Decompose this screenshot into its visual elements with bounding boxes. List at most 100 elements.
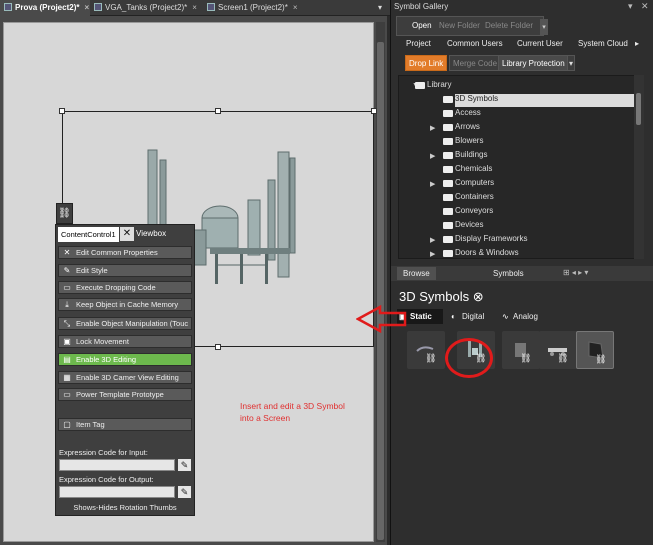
- tab-prova[interactable]: Prova (Project2)* ×: [0, 0, 90, 16]
- menu-item-item-tag[interactable]: ▢ Item Tag: [58, 418, 192, 431]
- folder-icon: [443, 110, 453, 117]
- folder-icon: [443, 208, 453, 215]
- input-expression-label: Expression Code for Input:: [59, 448, 148, 457]
- merge-code-button[interactable]: Merge Code: [449, 55, 502, 71]
- expand-icon[interactable]: ▶: [430, 124, 435, 132]
- symbol-type-tabs: ▣ Static ◐ Digital ∿ Analog: [397, 309, 557, 324]
- tabs-scroll-icon[interactable]: ▸: [635, 39, 639, 48]
- close-icon[interactable]: ×: [192, 3, 197, 12]
- output-expression-label: Expression Code for Output:: [59, 475, 154, 484]
- drop-link-button[interactable]: Drop Link: [405, 55, 448, 71]
- symbol-grid: ⛓ ⛓ ⛓ ⛓ ⛓: [397, 326, 647, 376]
- menu-item-power-template[interactable]: ▭ Power Template Prototype: [58, 388, 192, 401]
- resize-handle[interactable]: [59, 108, 65, 114]
- tree-root-library[interactable]: ▼Library: [412, 80, 451, 93]
- rotation-thumbs-toggle[interactable]: Shows-Hides Rotation Thumbs: [56, 503, 194, 516]
- symbols-title: 3D Symbols ⊗: [399, 289, 484, 304]
- tree-scrollbar[interactable]: [634, 75, 644, 259]
- wrench-icon: ✕: [63, 248, 71, 257]
- tree-item[interactable]: Conveyors: [443, 206, 493, 219]
- resize-handle[interactable]: [215, 344, 221, 350]
- menu-item-3d-camera-view[interactable]: ▦ Enable 3D Camer View Editing: [58, 371, 192, 384]
- tab-common-users[interactable]: Common Users: [447, 39, 503, 48]
- gallery-toolbar: Open New Folder Delete Folder ▾: [396, 16, 548, 36]
- tree-item[interactable]: 3D Symbols: [443, 94, 635, 107]
- menu-item-execute-dropping-code[interactable]: ▭ Execute Dropping Code: [58, 281, 192, 294]
- tree-item[interactable]: Chemicals: [443, 164, 492, 177]
- tab-symbols[interactable]: Symbols: [487, 267, 530, 280]
- link-icon: ⛓: [557, 353, 569, 363]
- screen-icon: [4, 3, 12, 11]
- tab-system-cloud[interactable]: System Cloud: [578, 39, 628, 48]
- close-icon[interactable]: ✕: [641, 1, 649, 12]
- tab-project[interactable]: Project: [406, 39, 431, 48]
- tree-item[interactable]: ▶ Display Frameworks: [430, 234, 527, 247]
- panel-controls-icon[interactable]: ⊞ ◂ ▸ ▾: [563, 268, 588, 277]
- pin-icon[interactable]: ▾: [628, 1, 633, 12]
- expand-icon[interactable]: ▶: [430, 250, 435, 258]
- symbol-gallery-panel: Symbol Gallery ▾ ✕ Open New Folder Delet…: [390, 0, 653, 545]
- tab-vga-tanks[interactable]: VGA_Tanks (Project2)* ×: [90, 0, 203, 16]
- tank-symbol[interactable]: ⛓: [502, 331, 540, 369]
- edit-output-expression-icon[interactable]: ✎: [178, 486, 191, 498]
- close-icon[interactable]: ×: [293, 3, 298, 12]
- input-expression-field[interactable]: [59, 459, 175, 471]
- wrench-icon[interactable]: ✕: [120, 227, 134, 241]
- tree-item[interactable]: ▶ Buildings: [430, 150, 487, 163]
- folder-icon: [443, 124, 453, 131]
- menu-item-lock-movement[interactable]: ▣ Lock Movement: [58, 335, 192, 348]
- conveyor-symbol[interactable]: ⛓: [539, 331, 577, 369]
- menu-item-edit-common-properties[interactable]: ✕ Edit Common Properties: [58, 246, 192, 259]
- tag-icon: ▢: [63, 420, 71, 429]
- library-toolbar: Drop Link Merge Code Library Protection …: [405, 55, 575, 72]
- menu-item-enable-3d-editing[interactable]: ▤ Enable 3D Editing: [58, 353, 192, 366]
- folder-icon: [443, 138, 453, 145]
- menu-item-keep-in-cache[interactable]: ⤓ Keep Object in Cache Memory: [58, 298, 192, 311]
- new-folder-button[interactable]: New Folder: [436, 18, 483, 34]
- tree-item[interactable]: ▶ Arrows: [430, 122, 480, 135]
- wave-icon: ∿: [502, 312, 509, 321]
- edit-input-expression-icon[interactable]: ✎: [178, 459, 191, 471]
- resize-handle[interactable]: [215, 108, 221, 114]
- tree-item[interactable]: Devices: [443, 220, 483, 233]
- tree-item[interactable]: Access: [443, 108, 481, 121]
- resize-handle[interactable]: [371, 108, 377, 114]
- tab-browse[interactable]: Browse: [397, 267, 436, 280]
- output-expression-field[interactable]: [59, 486, 175, 498]
- tab-current-user[interactable]: Current User: [517, 39, 563, 48]
- delete-folder-button[interactable]: Delete Folder: [482, 18, 536, 34]
- expand-icon[interactable]: ▶: [430, 236, 435, 244]
- open-button[interactable]: Open: [409, 18, 435, 34]
- tree-item[interactable]: ▶ Computers: [430, 178, 494, 191]
- expand-icon[interactable]: ▶: [430, 152, 435, 160]
- pipe-symbol[interactable]: ⛓: [407, 331, 445, 369]
- link-icon[interactable]: ⛓: [56, 203, 73, 224]
- tab-screen1[interactable]: Screen1 (Project2)* ×: [203, 0, 313, 16]
- close-icon[interactable]: ×: [84, 3, 89, 12]
- link-icon: ⛓: [425, 353, 437, 363]
- machine-symbol[interactable]: ⛓: [576, 331, 614, 369]
- library-tabs: Project Common Users Current User System…: [397, 37, 653, 52]
- scrollbar-thumb[interactable]: [377, 42, 384, 540]
- toolbar-overflow-icon[interactable]: ▾: [540, 19, 548, 35]
- tab-overflow-icon[interactable]: ▾: [374, 0, 388, 16]
- expand-icon[interactable]: ▶: [430, 180, 435, 188]
- scrollbar-thumb[interactable]: [636, 93, 641, 125]
- lock-icon: ▣: [63, 337, 71, 346]
- tab-analog[interactable]: ∿ Analog: [500, 309, 550, 324]
- close-category-icon[interactable]: ⊗: [473, 289, 484, 304]
- folder-icon: [443, 166, 453, 173]
- tree-item[interactable]: Blowers: [443, 136, 483, 149]
- editor-scrollbar[interactable]: [376, 22, 385, 542]
- viewbox-label: Viewbox: [136, 229, 167, 238]
- library-protection-button[interactable]: Library Protection: [498, 55, 569, 71]
- tree-item[interactable]: ▶ Doors & Windows: [430, 248, 519, 258]
- menu-item-edit-style[interactable]: ✎ Edit Style: [58, 264, 192, 277]
- template-icon: ▭: [63, 390, 71, 399]
- tab-digital[interactable]: ◐ Digital: [449, 309, 494, 324]
- menu-item-enable-manipulation[interactable]: ⤡ Enable Object Manipulation (Touc: [58, 317, 192, 330]
- tree-item[interactable]: Containers: [443, 192, 494, 205]
- context-menu: ContentControl1 ✕ Viewbox ✕ Edit Common P…: [55, 224, 195, 516]
- screen-icon: [207, 3, 215, 11]
- toolbar-overflow-icon[interactable]: ▾: [567, 55, 575, 71]
